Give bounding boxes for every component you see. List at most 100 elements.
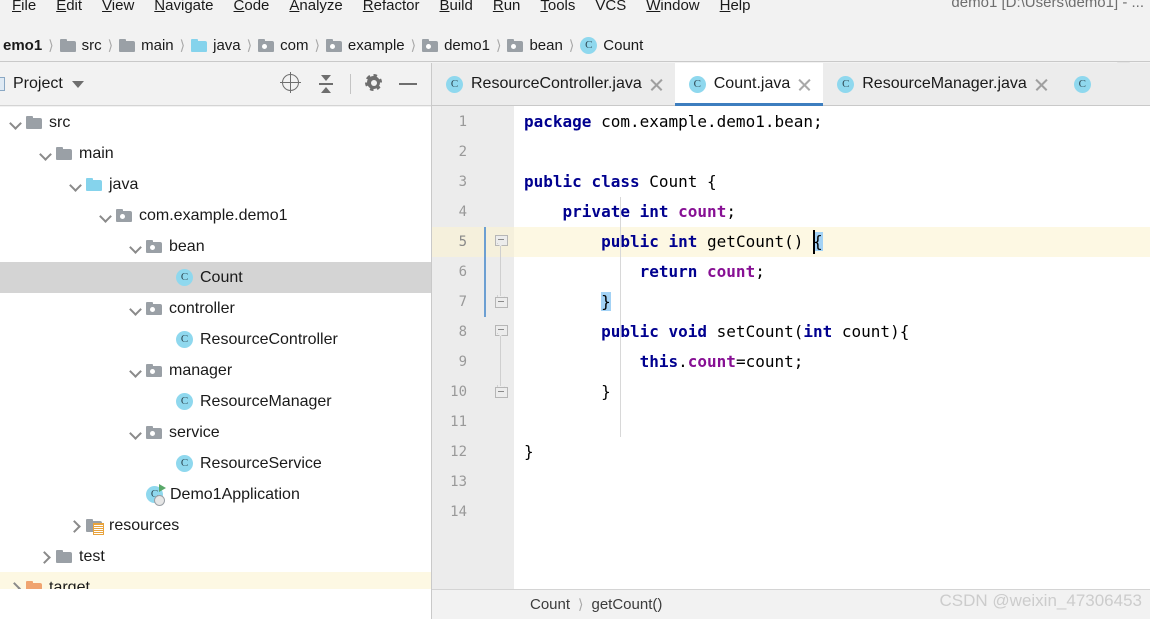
chevron-down-icon[interactable] (128, 426, 142, 440)
divider (350, 74, 351, 94)
chevron-down-icon[interactable] (71, 80, 84, 88)
breadcrumb-item-count[interactable]: C Count (577, 36, 646, 54)
code-content[interactable]: package com.example.demo1.bean; public cl… (514, 106, 1150, 589)
menu-item-help[interactable]: Help (710, 0, 761, 16)
menu-item-code[interactable]: Code (224, 0, 280, 16)
code-line-8[interactable]: public void setCount(int count){ (514, 317, 1150, 347)
code-fold-collapse-icon[interactable] (494, 325, 508, 338)
chevron-right-icon[interactable] (38, 550, 52, 564)
code-line-3[interactable]: public class Count { (514, 167, 1150, 197)
code-line-5[interactable]: public int getCount() { (514, 227, 1150, 257)
collapse-all-button[interactable] (316, 74, 336, 94)
code-line-6[interactable]: return count; (514, 257, 1150, 287)
tree-item-com-example-demo1[interactable]: com.example.demo1 (0, 200, 431, 231)
code-line-2[interactable] (514, 137, 1150, 167)
vcs-change-marker[interactable] (484, 227, 486, 317)
menu-item-build[interactable]: Build (429, 0, 482, 16)
tree-item-java[interactable]: java (0, 169, 431, 200)
tree-item-test[interactable]: test (0, 541, 431, 572)
code-line-14[interactable] (514, 497, 1150, 527)
chevron-down-icon[interactable] (128, 240, 142, 254)
code-line-13[interactable] (514, 467, 1150, 497)
package-icon (146, 364, 162, 377)
tree-item-service[interactable]: service (0, 417, 431, 448)
tree-item-bean[interactable]: bean (0, 231, 431, 262)
menu-item-view[interactable]: View (92, 0, 144, 16)
code-line-12[interactable]: } (514, 437, 1150, 467)
menu-rest: ools (547, 0, 576, 14)
editor-tab-count-java[interactable]: C Count.java (674, 63, 824, 106)
folder-icon (59, 38, 76, 52)
menu-item-vcs[interactable]: VCS (585, 0, 636, 16)
chevron-down-icon[interactable] (128, 364, 142, 378)
chevron-down-icon[interactable] (68, 178, 82, 192)
tree-item-main[interactable]: main (0, 138, 431, 169)
tree-item-label: com.example.demo1 (139, 206, 288, 224)
locate-file-button[interactable] (282, 74, 302, 94)
tree-item-src[interactable]: src (0, 107, 431, 138)
tree-item-label: bean (169, 237, 205, 255)
breadcrumb-item-main[interactable]: main (116, 37, 177, 54)
menu-item-navigate[interactable]: Navigate (144, 0, 223, 16)
code-fold-expand-icon[interactable] (494, 382, 508, 398)
breadcrumb-label: emo1 (3, 36, 43, 54)
menu-item-analyze[interactable]: Analyze (279, 0, 352, 16)
close-icon[interactable] (798, 78, 811, 91)
breadcrumb-item-example[interactable]: example (323, 37, 408, 54)
editor-gutter[interactable]: 1 2 3 4 5 6 7 8 9 10 11 12 13 14 (432, 106, 514, 589)
code-line-7[interactable]: } (514, 287, 1150, 317)
chevron-right-icon[interactable] (68, 519, 82, 533)
chevron-down-icon[interactable] (128, 302, 142, 316)
tree-item-resources[interactable]: resources (0, 510, 431, 541)
menu-item-tools[interactable]: Tools (530, 0, 585, 16)
code-fold-expand-icon[interactable] (494, 292, 508, 308)
code-line-1[interactable]: package com.example.demo1.bean; (514, 107, 1150, 137)
breadcrumb-item-src[interactable]: src (57, 37, 105, 54)
close-icon[interactable] (1035, 78, 1048, 91)
breadcrumb-item-demo1[interactable]: demo1 (419, 37, 493, 54)
breadcrumb-item-bean[interactable]: bean (504, 37, 565, 54)
editor-breadcrumb-method[interactable]: getCount() (592, 596, 663, 613)
project-tree[interactable]: src main java com.example.demo1 bean C Count co… (0, 107, 431, 619)
chevron-down-icon[interactable] (98, 209, 112, 223)
class-icon: C (176, 455, 193, 472)
menu-rest: dit (66, 0, 83, 14)
editor-tab-resourcecontroller-java[interactable]: C ResourceController.java (432, 63, 675, 105)
editor-tab-overflow[interactable]: C (1060, 63, 1103, 105)
chevron-down-icon[interactable] (8, 116, 22, 130)
tree-item-count[interactable]: C Count (0, 262, 431, 293)
code-line-11[interactable] (514, 407, 1150, 437)
menu-item-file[interactable]: File (2, 0, 46, 16)
tree-item-demo1application[interactable]: C Demo1Application (0, 479, 431, 510)
breadcrumb-separator-icon: ⟩ (179, 36, 186, 53)
code-fold-collapse-icon[interactable] (494, 235, 508, 248)
tree-item-controller[interactable]: controller (0, 293, 431, 324)
code-editor[interactable]: 1 2 3 4 5 6 7 8 9 10 11 12 13 14 package com.example.… (432, 106, 1150, 589)
menu-rest: un (503, 0, 521, 14)
chevron-down-icon[interactable] (38, 147, 52, 161)
menu-item-refactor[interactable]: Refactor (353, 0, 430, 16)
code-line-9[interactable]: this.count=count; (514, 347, 1150, 377)
menu-mnemonic: B (439, 0, 450, 14)
menu-item-run[interactable]: Run (483, 0, 531, 16)
editor-breadcrumb-class[interactable]: Count (530, 596, 570, 613)
tree-item-resourceservice[interactable]: C ResourceService (0, 448, 431, 479)
menu-item-window[interactable]: Window (636, 0, 709, 16)
keyword: package (524, 112, 592, 131)
tree-item-manager[interactable]: manager (0, 355, 431, 386)
line-number: 4 (458, 204, 467, 220)
code-line-10[interactable]: } (514, 377, 1150, 407)
tree-item-resourcemanager[interactable]: C ResourceManager (0, 386, 431, 417)
hide-panel-button[interactable] (399, 74, 419, 94)
tree-item-resourcecontroller[interactable]: C ResourceController (0, 324, 431, 355)
breadcrumb-item-com[interactable]: com (255, 37, 311, 54)
editor-tab-resourcemanager-java[interactable]: C ResourceManager.java (823, 63, 1060, 105)
breadcrumb-item-java[interactable]: java (188, 37, 244, 54)
settings-button[interactable] (365, 74, 385, 94)
close-icon[interactable] (650, 78, 663, 91)
breadcrumb-item-project[interactable]: emo1 (0, 37, 45, 54)
menu-item-edit[interactable]: Edit (46, 0, 92, 16)
line-number: 9 (458, 354, 467, 370)
code-line-4[interactable]: private int count; (514, 197, 1150, 227)
